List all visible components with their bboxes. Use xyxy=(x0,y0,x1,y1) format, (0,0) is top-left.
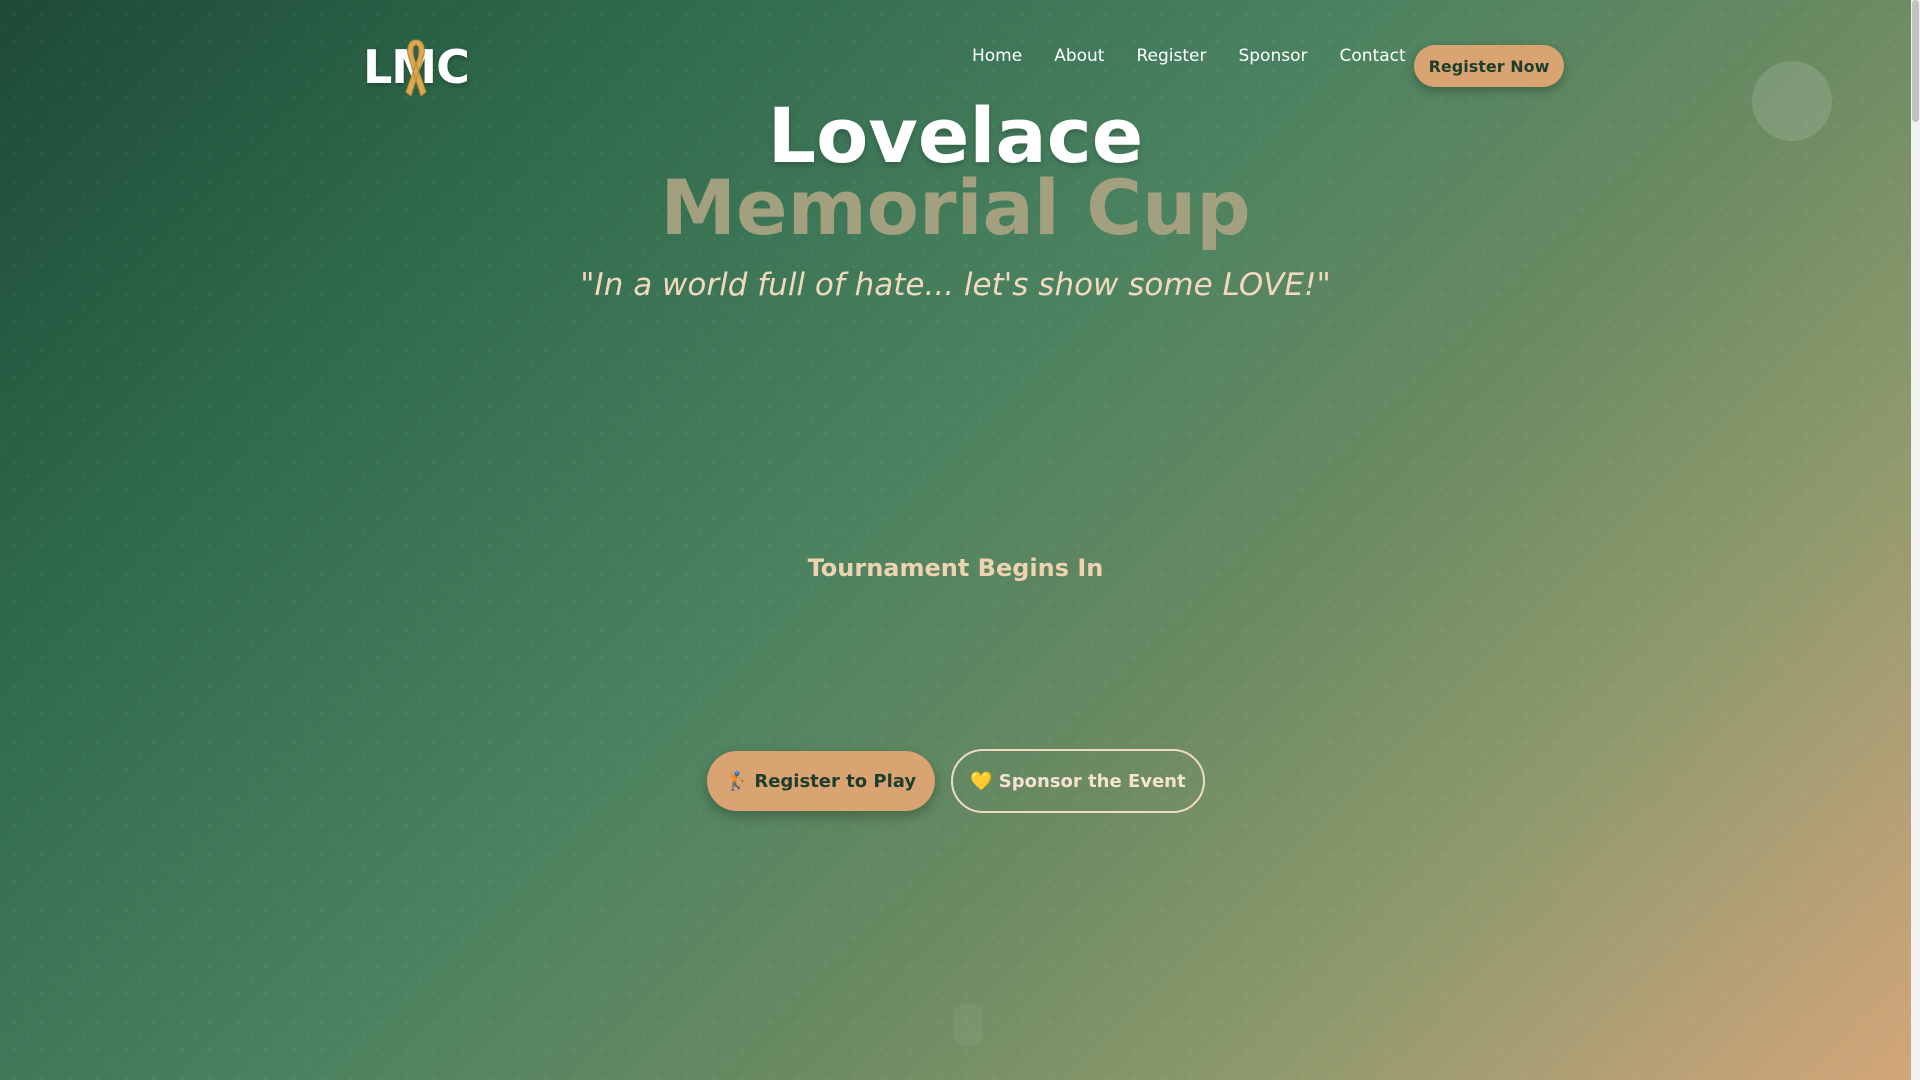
countdown-label: Tournament Begins In xyxy=(807,554,1104,582)
scroll-indicator-icon[interactable] xyxy=(953,1003,983,1047)
heart-icon: 💛 xyxy=(970,770,993,792)
nav-register[interactable]: Register xyxy=(1136,46,1206,66)
register-now-button[interactable]: Register Now xyxy=(1414,45,1564,87)
golfer-icon: 🏌️ xyxy=(725,770,749,792)
nav-sponsor[interactable]: Sponsor xyxy=(1238,46,1307,66)
sponsor-event-button[interactable]: 💛 Sponsor the Event xyxy=(951,749,1205,813)
register-to-play-button[interactable]: 🏌️ Register to Play xyxy=(707,751,935,811)
nav-contact[interactable]: Contact xyxy=(1339,46,1405,66)
site-logo[interactable]: LMC xyxy=(363,36,473,100)
nav-about[interactable]: About xyxy=(1054,46,1104,66)
register-to-play-label: Register to Play xyxy=(754,770,917,792)
hero-title-line2: Memorial Cup xyxy=(660,163,1251,252)
awareness-ribbon-icon xyxy=(405,39,427,97)
hero-tagline: "In a world full of hate... let's show s… xyxy=(580,267,1331,303)
page-scrollbar[interactable] xyxy=(1911,0,1920,1080)
main-nav: Home About Register Sponsor Contact xyxy=(972,46,1438,66)
nav-home[interactable]: Home xyxy=(972,46,1022,66)
sponsor-event-label: Sponsor the Event xyxy=(998,770,1186,792)
scrollbar-thumb[interactable] xyxy=(1912,0,1919,122)
